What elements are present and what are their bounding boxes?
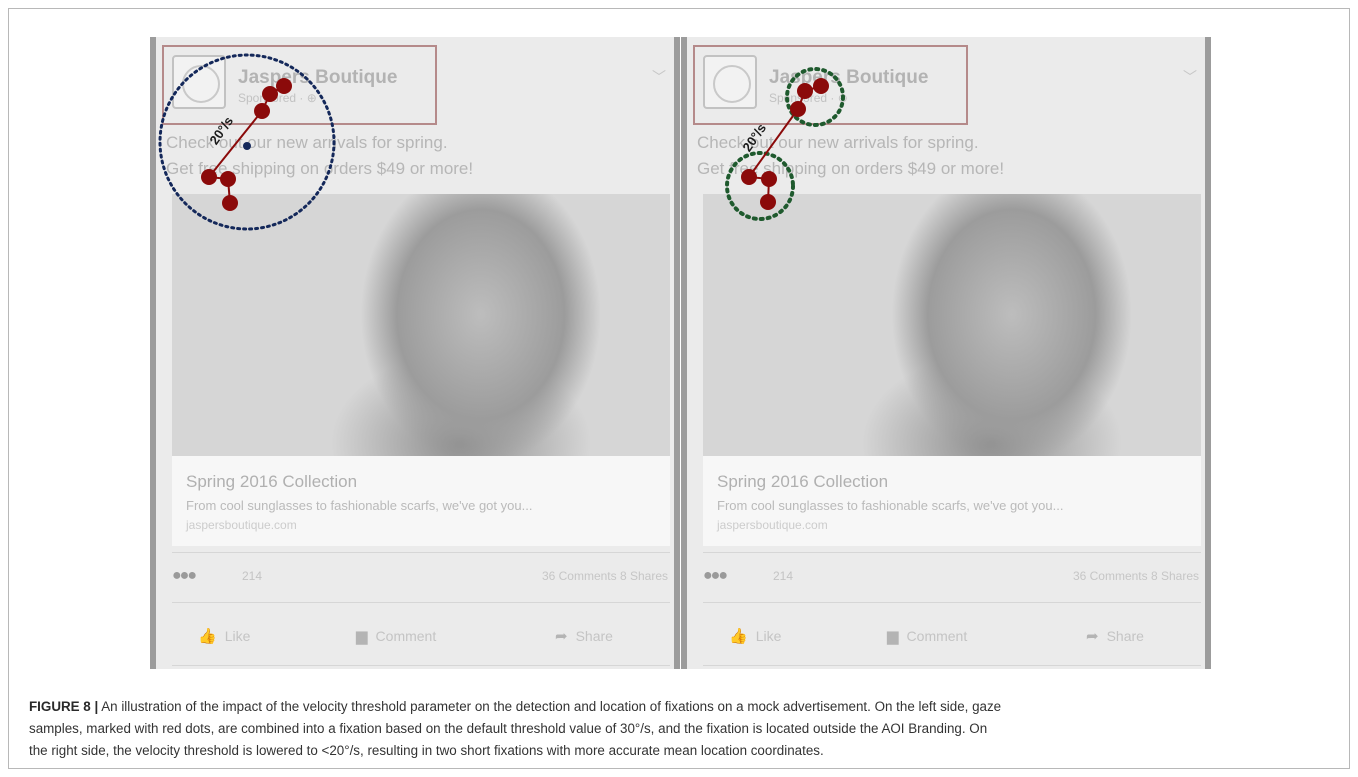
gaze-sample-dot (220, 171, 236, 187)
caption-text: An illustration of the impact of the vel… (29, 699, 1002, 758)
fixation-circle (785, 67, 845, 127)
gaze-sample-dot (201, 169, 217, 185)
gaze-sample-dot (222, 195, 238, 211)
gaze-sample-dot (790, 101, 806, 117)
gaze-sample-dot (276, 78, 292, 94)
figure-caption: FIGURE 8 | An illustration of the impact… (29, 696, 1345, 762)
ad-panel-right: Jaspers Boutique Sponsored · ⊕ ﹀ Check o… (681, 37, 1211, 669)
gaze-sample-dot (761, 171, 777, 187)
gaze-sample-dot (262, 86, 278, 102)
fixation-center-dot (243, 142, 251, 150)
gaze-sample-dot (254, 103, 270, 119)
figure-label: FIGURE 8 | (29, 699, 99, 714)
ad-panel-left: Jaspers Boutique Sponsored · ⊕ ﹀ Check o… (150, 37, 680, 669)
gaze-sample-dot (797, 83, 813, 99)
gaze-sample-dot (741, 169, 757, 185)
figure-frame: Jaspers Boutique Sponsored · ⊕ ﹀ Check o… (8, 8, 1350, 769)
gaze-sample-dot (760, 194, 776, 210)
gaze-sample-dot (813, 78, 829, 94)
